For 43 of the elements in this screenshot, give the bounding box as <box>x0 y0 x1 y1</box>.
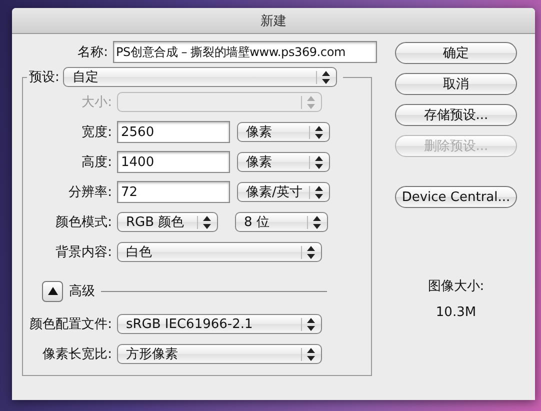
field-label: 颜色配置文件: <box>28 316 112 333</box>
input-field[interactable]: 1400 <box>117 151 230 173</box>
field-label: 背景内容: <box>54 244 112 261</box>
field-label: 分辨率: <box>68 184 112 201</box>
image-size-value: 10.3M <box>436 305 476 320</box>
preset-dropdown[interactable]: 自定 <box>63 67 338 87</box>
dropdown[interactable]: sRGB IEC61966-2.1 <box>117 314 322 334</box>
unit-dropdown[interactable]: 像素 <box>237 152 330 172</box>
field-label: 像素长宽比: <box>42 346 112 363</box>
stepper-icon <box>316 70 330 84</box>
name-field[interactable]: PS创意合成 – 撕裂的墙壁www.ps369.com <box>113 41 377 63</box>
dialog-button[interactable]: 存储预设... <box>395 104 517 126</box>
bit-depth-dropdown[interactable]: 8 位 <box>235 212 328 232</box>
window-title: 新建 <box>260 12 286 30</box>
unit-dropdown[interactable]: 像素/英寸 <box>237 182 330 202</box>
stepper-icon <box>309 186 323 198</box>
stepper-icon <box>309 126 323 138</box>
stepper-icon <box>307 216 321 228</box>
image-size-label: 图像大小: <box>428 278 484 295</box>
triangle-icon <box>48 287 58 295</box>
stepper-icon <box>301 96 315 108</box>
input-field[interactable]: 72 <box>117 181 230 203</box>
name-label: 名称: <box>76 44 109 61</box>
dropdown[interactable]: RGB 颜色 <box>117 212 218 232</box>
field-label: 宽度: <box>80 124 112 141</box>
dialog-button[interactable]: 确定 <box>395 42 517 64</box>
stepper-icon <box>301 348 315 360</box>
stepper-icon <box>301 318 315 330</box>
dialog-button[interactable]: Device Central... <box>395 186 517 208</box>
unit-dropdown[interactable]: 像素 <box>237 122 330 142</box>
stepper-icon <box>197 216 211 228</box>
stepper-icon <box>309 156 323 168</box>
disclosure-button[interactable] <box>42 280 63 302</box>
dropdown[interactable]: 白色 <box>117 242 322 262</box>
field-label: 颜色模式: <box>54 214 112 231</box>
advanced-label: 高级 <box>69 283 95 300</box>
dialog-button[interactable]: 取消 <box>395 73 517 95</box>
stepper-icon <box>301 246 315 258</box>
preset-label: 预设: <box>29 69 60 86</box>
input-field[interactable]: 2560 <box>117 121 230 143</box>
field-label: 大小: <box>80 94 112 111</box>
dropdown[interactable]: 方形像素 <box>117 344 322 364</box>
field-label: 高度: <box>80 154 112 171</box>
